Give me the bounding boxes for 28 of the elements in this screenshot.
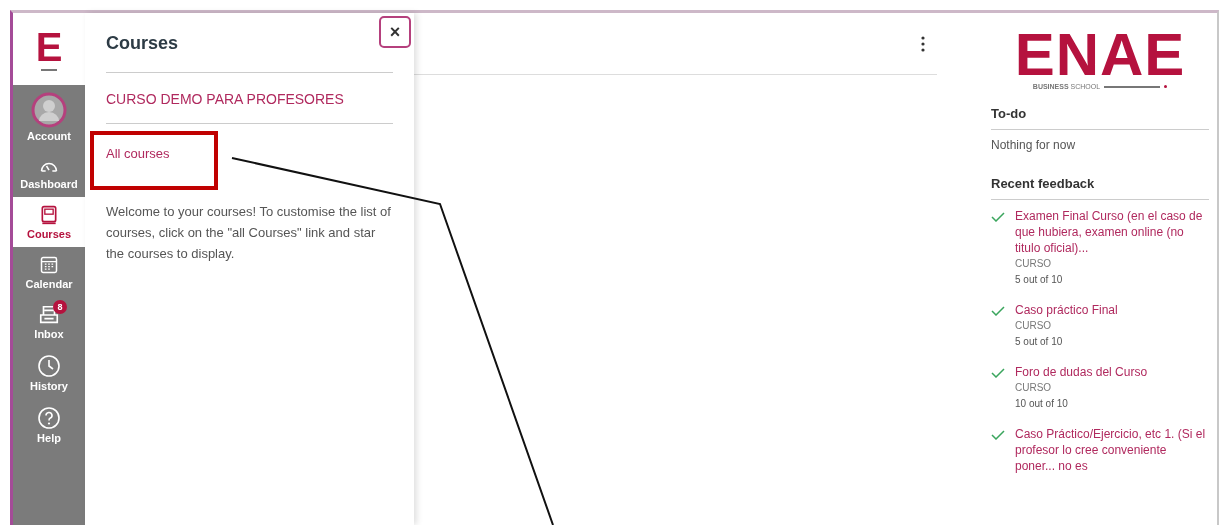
brand-logo: ENAE [1014, 27, 1186, 83]
todo-empty-text: Nothing for now [991, 138, 1077, 152]
feedback-score: 5 out of 10 [1015, 273, 1064, 287]
nav-item[interactable]: History [13, 347, 85, 399]
nav-item[interactable]: Courses [13, 197, 85, 247]
all-courses-link[interactable]: All courses [106, 146, 170, 161]
feedback-score: 5 out of 10 [1015, 335, 1064, 349]
feedback-course: CURSO [1015, 257, 1053, 271]
logo-icon[interactable]: E [13, 13, 85, 85]
feedback-link[interactable]: Caso Práctico/Ejercicio, etc 1. (Si el profesor lo cree conveniente poner... no es [1015, 426, 1209, 474]
feedback-course: CURSO [1015, 319, 1053, 333]
nav-item[interactable]: Inbox 8 [13, 297, 85, 347]
nav-item[interactable]: Dashboard [13, 149, 85, 197]
nav-item[interactable]: Help [13, 399, 85, 451]
feedback-score: 10 out of 10 [1015, 397, 1069, 411]
tray-message: Welcome to your courses! To customise the list of courses, click on the "all Courses" link and star the courses to display. [106, 203, 391, 263]
nav-item[interactable]: Account [13, 85, 85, 149]
feedback-link[interactable]: Foro de dudas del Curso [1015, 364, 1148, 380]
feedback-course: CURSO [1015, 381, 1053, 395]
feedback-heading: Recent feedback [991, 170, 1209, 200]
tray-title: Courses [106, 33, 180, 54]
close-button[interactable]: × [379, 16, 411, 48]
unread-badge: 8 [53, 300, 67, 314]
feedback-link[interactable]: Examen Final Curso (en el caso de que hubiera, examen online (no titulo oficial)... [1015, 208, 1209, 256]
todo-heading: To-do [991, 100, 1209, 130]
course-link[interactable]: CURSO DEMO PARA PROFESORES [106, 73, 393, 123]
nav-item[interactable]: Calendar [13, 247, 85, 297]
feedback-link[interactable]: Caso práctico Final [1015, 302, 1118, 318]
